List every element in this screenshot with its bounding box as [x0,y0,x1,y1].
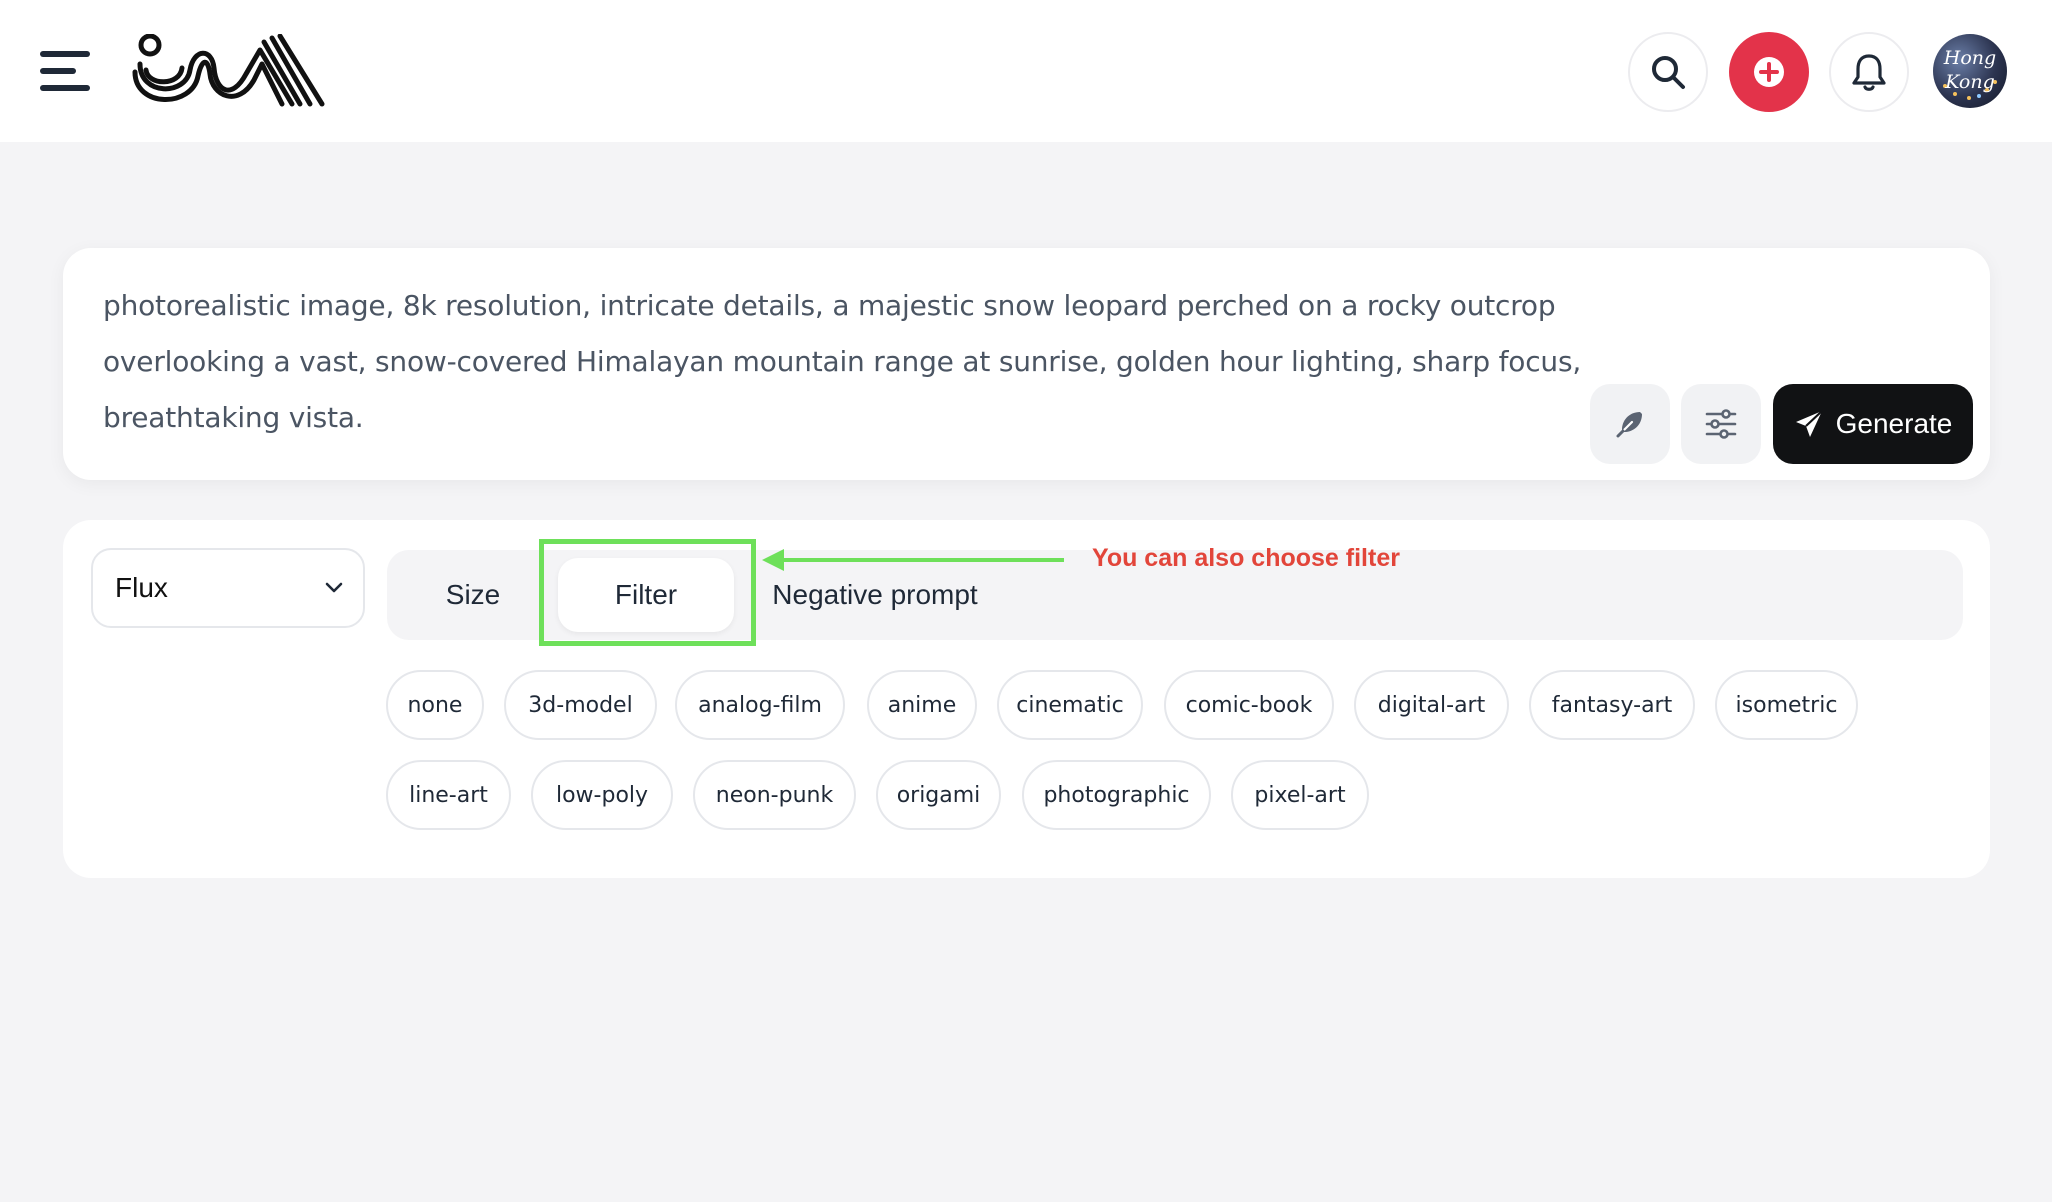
tab-filter[interactable]: Filter [558,558,734,632]
notifications-button[interactable] [1829,32,1909,112]
sliders-icon [1705,409,1737,439]
generate-label: Generate [1835,408,1953,439]
filter-chip-low-poly[interactable]: low-poly [531,760,673,830]
filter-chip-isometric[interactable]: isometric [1715,670,1858,740]
search-icon [1652,56,1685,89]
top-header: Hong Kong [0,0,2052,142]
plus-icon [1754,57,1784,87]
model-select[interactable]: Flux [91,548,365,628]
filter-chip-none[interactable]: none [386,670,484,740]
create-button[interactable] [1729,32,1809,112]
filter-chip-line-art[interactable]: line-art [386,760,511,830]
filter-chip-comic-book[interactable]: comic-book [1164,670,1334,740]
feather-icon [1616,412,1642,438]
annotation-text: You can also choose filter [1092,544,1400,572]
prompt-card: photorealistic image, 8k resolution, int… [63,248,1990,480]
prompt-settings-button[interactable] [1681,384,1761,464]
filter-chip-photographic[interactable]: photographic [1022,760,1211,830]
generate-button[interactable]: Generate [1773,384,1973,464]
filter-chip-neon-punk[interactable]: neon-punk [693,760,856,830]
filter-chip-analog-film[interactable]: analog-film [675,670,845,740]
send-icon [1795,410,1823,437]
filter-chip-digital-art[interactable]: digital-art [1354,670,1509,740]
search-button[interactable] [1628,32,1708,112]
filter-chip-anime[interactable]: anime [867,670,977,740]
tab-size[interactable]: Size [407,558,539,632]
prompt-textarea[interactable]: photorealistic image, 8k resolution, int… [103,278,1623,446]
model-select-value: Flux [115,572,168,603]
user-avatar[interactable]: Hong Kong [1933,34,2007,108]
bell-icon [1852,54,1886,91]
avatar-caption: Hong Kong [1943,47,1997,93]
filter-chip-3d-model[interactable]: 3d-model [504,670,657,740]
filter-chip-pixel-art[interactable]: pixel-art [1231,760,1369,830]
filter-chip-fantasy-art[interactable]: fantasy-art [1529,670,1695,740]
enhance-prompt-button[interactable] [1590,384,1670,464]
filter-chip-origami[interactable]: origami [876,760,1001,830]
filter-chip-cinematic[interactable]: cinematic [997,670,1143,740]
hamburger-menu-icon[interactable] [40,50,92,92]
annotation-arrow-icon [762,549,1064,571]
chevron-down-icon [325,582,343,593]
brand-logo[interactable] [132,34,326,108]
